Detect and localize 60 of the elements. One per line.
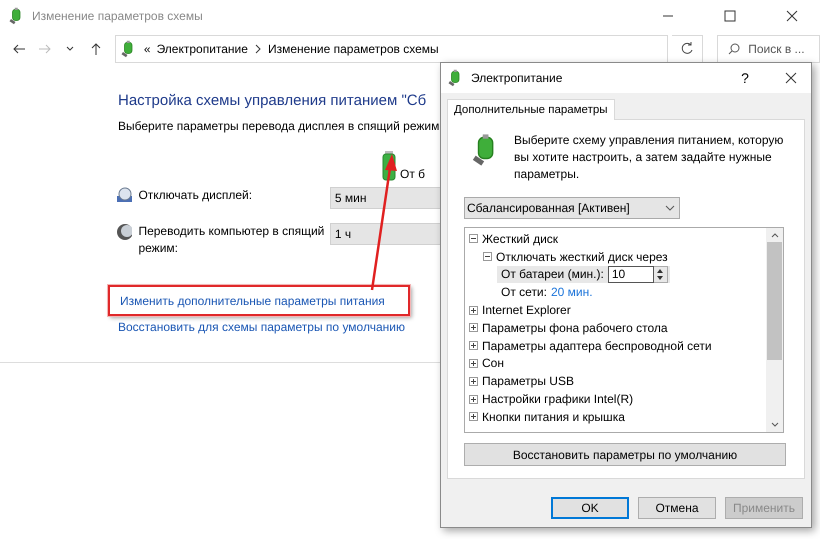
setting-row[interactable]: От сети: 20 мин. bbox=[497, 285, 595, 300]
setting-label: От батареи (мин.): bbox=[501, 267, 604, 282]
search-icon bbox=[728, 43, 740, 55]
expand-icon[interactable] bbox=[469, 394, 478, 404]
spin-buttons[interactable] bbox=[654, 266, 668, 283]
monitor-clock-icon bbox=[116, 187, 132, 203]
page-description: Выберите параметры перевода дисплея в спящий режим bbox=[118, 119, 440, 133]
expand-icon[interactable] bbox=[469, 341, 478, 350]
tree-item[interactable]: Отключать жесткий диск через bbox=[496, 250, 668, 264]
setting-row[interactable]: От батареи (мин.): 10 bbox=[497, 266, 670, 283]
chevron-icon bbox=[254, 44, 262, 54]
column-heading: От б bbox=[400, 167, 426, 181]
expand-icon[interactable] bbox=[469, 323, 478, 332]
dialog-title: Электропитание bbox=[471, 71, 564, 85]
window-title: Изменение параметров схемы bbox=[32, 9, 204, 23]
setting-label: Переводить компьютер в спящий режим: bbox=[138, 223, 326, 257]
tree-item[interactable]: Параметры USB bbox=[482, 374, 574, 388]
collapse-icon[interactable] bbox=[469, 234, 478, 244]
breadcrumb[interactable]: Изменение параметров схемы bbox=[268, 42, 439, 56]
refresh-icon bbox=[680, 42, 694, 56]
expand-icon[interactable] bbox=[469, 376, 478, 386]
help-button[interactable]: ? bbox=[725, 63, 765, 93]
tree-item[interactable]: Сон bbox=[482, 356, 504, 370]
tab[interactable]: Дополнительные параметры bbox=[447, 99, 614, 120]
time-dropdown[interactable]: 1 ч bbox=[330, 223, 440, 245]
setting-value[interactable]: 20 мин. bbox=[550, 285, 593, 300]
settings-link[interactable]: Восстановить для схемы параметры по умолчанию bbox=[118, 320, 405, 334]
tree-item[interactable]: Параметры адаптера беспроводной сети bbox=[482, 338, 712, 353]
back-arrow-icon bbox=[12, 43, 26, 55]
instructions: Выберите схему управления питанием, которую вы хотите настроить, а затем задайте нужные параметры. bbox=[514, 132, 784, 183]
tree-item[interactable]: Internet Explorer bbox=[482, 303, 571, 318]
breadcrumb-overflow[interactable]: « bbox=[144, 42, 151, 56]
breadcrumb[interactable]: Электропитание bbox=[156, 42, 248, 56]
expand-icon[interactable] bbox=[469, 306, 478, 315]
time-dropdown[interactable]: 5 мин bbox=[330, 187, 440, 209]
expand-icon[interactable] bbox=[469, 412, 478, 422]
settings-link[interactable]: Изменить дополнительные параметры питания bbox=[120, 294, 385, 308]
moon-icon bbox=[116, 223, 132, 241]
tree-item[interactable]: Параметры фона рабочего стола bbox=[482, 320, 668, 335]
close-icon bbox=[785, 72, 797, 84]
collapse-icon[interactable] bbox=[483, 252, 492, 262]
close-icon bbox=[786, 10, 798, 22]
tree-item[interactable]: Жесткий диск bbox=[482, 232, 558, 246]
setting-label: Отключать дисплей: bbox=[138, 187, 254, 204]
page-heading: Настройка схемы управления питанием "Сб bbox=[118, 92, 428, 109]
scheme-dropdown[interactable]: Сбалансированная [Активен] bbox=[464, 197, 680, 219]
scrollbar[interactable] bbox=[766, 228, 783, 432]
expand-icon[interactable] bbox=[469, 358, 478, 368]
maximize-icon bbox=[724, 10, 736, 22]
caret-icon bbox=[665, 205, 675, 211]
tree-item[interactable]: Настройки графики Intel(R) bbox=[482, 392, 634, 406]
dialog-button[interactable]: Отмена bbox=[638, 497, 716, 519]
chevron-down-icon bbox=[65, 45, 76, 53]
setting-label: От сети: bbox=[501, 285, 547, 300]
minutes-field[interactable]: 10 bbox=[608, 266, 654, 283]
dialog-button[interactable]: OK bbox=[551, 497, 629, 519]
forward-arrow-icon bbox=[38, 43, 52, 55]
tree-item[interactable]: Кнопки питания и крышка bbox=[482, 410, 625, 424]
up-arrow-icon bbox=[90, 42, 102, 56]
restore-defaults-button[interactable]: Восстановить параметры по умолчанию bbox=[464, 443, 786, 466]
